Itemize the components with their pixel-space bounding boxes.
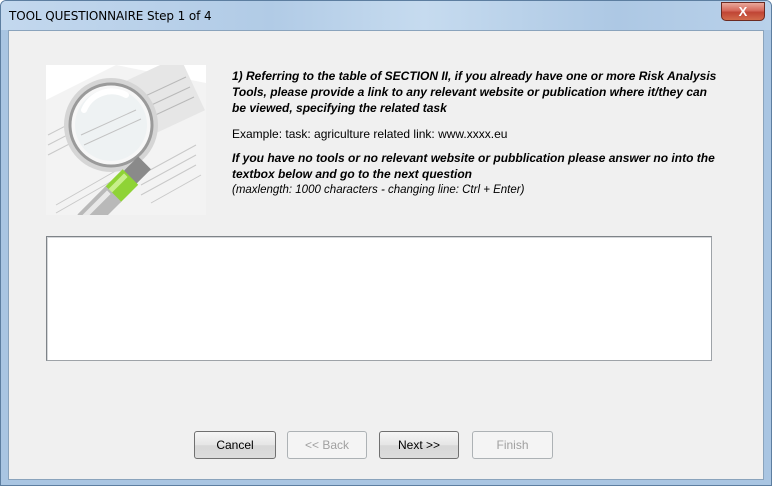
question-main: 1) Referring to the table of SECTION II,… bbox=[232, 69, 717, 115]
magnifier-over-documents-icon bbox=[46, 65, 206, 215]
close-button[interactable]: X bbox=[721, 2, 765, 21]
next-button[interactable]: Next >> bbox=[379, 431, 459, 459]
question-maxlength-hint: (maxlength: 1000 characters - changing l… bbox=[232, 184, 525, 196]
finish-button[interactable]: Finish bbox=[472, 431, 553, 459]
question-text-block: 1) Referring to the table of SECTION II,… bbox=[232, 68, 722, 198]
question-example: Example: task: agriculture related link:… bbox=[232, 127, 508, 141]
window-title: TOOL QUESTIONNAIRE Step 1 of 4 bbox=[9, 9, 212, 23]
back-button[interactable]: << Back bbox=[287, 431, 367, 459]
answer-textbox[interactable] bbox=[46, 236, 712, 361]
cancel-button[interactable]: Cancel bbox=[194, 431, 276, 459]
title-bar[interactable]: TOOL QUESTIONNAIRE Step 1 of 4 X bbox=[1, 1, 771, 30]
questionnaire-window: TOOL QUESTIONNAIRE Step 1 of 4 X 1) Refe… bbox=[0, 0, 772, 486]
question-no-tools-note: If you have no tools or no relevant webs… bbox=[232, 151, 715, 181]
close-icon: X bbox=[738, 4, 748, 19]
dialog-body: 1) Referring to the table of SECTION II,… bbox=[8, 30, 764, 480]
